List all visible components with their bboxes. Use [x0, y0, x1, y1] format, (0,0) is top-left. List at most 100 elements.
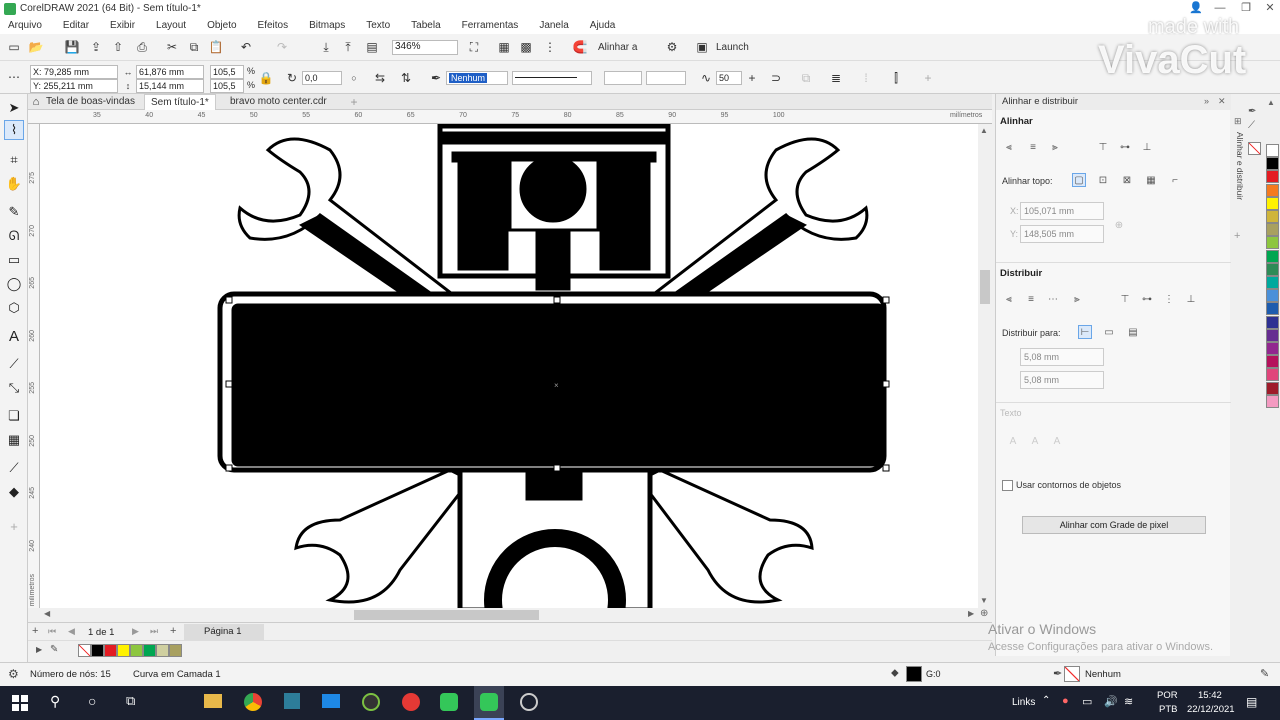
handle-middle-left[interactable]: [225, 380, 233, 388]
add-icon[interactable]: +: [920, 70, 936, 86]
mini-palette-swatch[interactable]: [130, 644, 143, 657]
zoom-fit-icon[interactable]: ⛶: [466, 39, 482, 55]
scroll-down-icon[interactable]: ▼: [980, 596, 988, 605]
menu-ajuda[interactable]: Ajuda: [590, 20, 616, 31]
prev-page-icon[interactable]: ◀: [68, 626, 75, 637]
launch-label[interactable]: Launch: [716, 42, 749, 53]
height-field[interactable]: 15,144 mm: [136, 79, 204, 93]
palette-color-swatch[interactable]: [1266, 210, 1279, 223]
menu-bitmaps[interactable]: Bitmaps: [309, 20, 345, 31]
show-grid-icon[interactable]: ▩: [518, 39, 534, 55]
target-point-icon[interactable]: ⊕: [1112, 218, 1126, 232]
start-arrow-select[interactable]: [604, 71, 642, 85]
scroll-left-icon[interactable]: ◀: [44, 609, 50, 618]
snap-guides-icon[interactable]: ⋮: [542, 39, 558, 55]
coreldraw-active-task[interactable]: [474, 686, 504, 720]
distribute-spacing-icon[interactable]: ▤: [1126, 325, 1140, 339]
options-gear-icon[interactable]: ⚙: [664, 39, 680, 55]
distribute-selection-icon[interactable]: ⊢: [1078, 325, 1092, 339]
elastic-mode-icon[interactable]: ⫿: [888, 70, 904, 86]
status-settings-icon[interactable]: ⚙: [8, 667, 19, 681]
input-language[interactable]: POR: [1157, 690, 1178, 701]
palette-eyedropper-icon-2[interactable]: ⟋: [1248, 120, 1255, 131]
snap-icon[interactable]: 🧲: [572, 39, 588, 55]
palette-color-swatch[interactable]: [1266, 223, 1279, 237]
align-to-page-center-icon[interactable]: ⊠: [1120, 173, 1134, 187]
redo-icon[interactable]: ↷: [274, 39, 290, 55]
polygon-tool-icon[interactable]: ⬡: [4, 298, 24, 318]
zoom-corner-icon[interactable]: ⊕: [980, 608, 988, 619]
docker-close-icon[interactable]: ✕: [1218, 96, 1226, 107]
transparency-tool-icon[interactable]: ▦: [4, 430, 24, 450]
mini-palette-swatch[interactable]: [104, 644, 117, 657]
palette-color-swatch[interactable]: [1266, 170, 1279, 184]
smoothness-field[interactable]: 50: [716, 71, 742, 85]
last-page-icon[interactable]: ⏭: [150, 626, 158, 637]
align-pixel-grid-button[interactable]: Alinhar com Grade de pixel: [1022, 516, 1206, 534]
mirror-vertical-icon[interactable]: ⇅: [398, 70, 414, 86]
tray-chevron-icon[interactable]: ⌃: [1042, 695, 1050, 706]
export-file-icon[interactable]: ⤒: [340, 39, 356, 55]
distribute-center-v-icon[interactable]: ⊶: [1140, 292, 1154, 306]
minimize-button[interactable]: —: [1208, 0, 1232, 17]
align-y-field[interactable]: 148,505 mm: [1020, 225, 1104, 243]
align-to-grid-icon[interactable]: ▦: [1144, 173, 1158, 187]
rotation-field[interactable]: 0,0: [302, 71, 342, 85]
page-tab[interactable]: Página 1: [184, 624, 264, 640]
mini-palette-swatch[interactable]: [91, 644, 104, 657]
crop-tool-icon[interactable]: ⌗: [4, 150, 24, 170]
object-origin-icon[interactable]: ⋯: [6, 69, 22, 85]
align-top-icon[interactable]: ⊤: [1096, 140, 1110, 154]
align-center-h-icon[interactable]: ≡: [1026, 140, 1040, 154]
add-tool-icon[interactable]: +: [4, 516, 24, 536]
status-edit-icon[interactable]: ✎: [1260, 667, 1269, 680]
handle-top-right[interactable]: [882, 296, 890, 304]
palette-pen-icon[interactable]: ✒: [1248, 106, 1256, 117]
distribute-page-icon[interactable]: ▭: [1102, 325, 1116, 339]
windows-start-icon[interactable]: [12, 695, 28, 711]
notification-icon[interactable]: ▤: [1246, 695, 1257, 709]
menu-tabela[interactable]: Tabela: [411, 20, 440, 31]
horizontal-scroll-thumb[interactable]: [354, 610, 539, 620]
connector-tool-icon[interactable]: ⤡: [4, 378, 24, 398]
menu-ferramentas[interactable]: Ferramentas: [462, 20, 519, 31]
align-to-active-objects-icon[interactable]: ▢: [1072, 173, 1086, 187]
handle-middle-right[interactable]: [882, 380, 890, 388]
mini-palette-swatch[interactable]: [143, 644, 156, 657]
scale-height-field[interactable]: 105,5: [210, 79, 244, 93]
tab-untitled[interactable]: Sem título-1*: [144, 94, 216, 110]
menu-editar[interactable]: Editar: [63, 20, 89, 31]
mini-palette-swatch[interactable]: [169, 644, 182, 657]
clock-date[interactable]: 22/12/2021: [1187, 704, 1235, 715]
horizontal-scrollbar[interactable]: ◀ ▶ ⊕: [40, 608, 992, 622]
app-w-icon[interactable]: [402, 693, 420, 711]
docker-add-icon[interactable]: +: [1234, 230, 1240, 242]
palette-color-swatch[interactable]: [1266, 183, 1279, 197]
text-tool-icon[interactable]: A: [4, 326, 24, 346]
outline-width-select[interactable]: Nenhum: [446, 71, 508, 85]
palette-color-swatch[interactable]: [1266, 157, 1279, 171]
align-right-icon[interactable]: ⫸: [1048, 140, 1062, 154]
menu-arquivo[interactable]: Arquivo: [8, 20, 42, 31]
bezier-tool-icon[interactable]: ᘏ: [4, 226, 24, 246]
mini-palette-swatch[interactable]: [117, 644, 130, 657]
text-align-first-line-icon[interactable]: A: [1028, 434, 1042, 448]
close-curve-icon[interactable]: ⊃: [768, 70, 784, 86]
align-x-field[interactable]: 105,071 mm: [1020, 202, 1104, 220]
tab-welcome[interactable]: Tela de boas-vindas: [40, 94, 141, 110]
align-left-icon[interactable]: ⫷: [1002, 140, 1016, 154]
outline-color-swatch[interactable]: [1064, 666, 1080, 682]
menu-layout[interactable]: Layout: [156, 20, 186, 31]
cut-icon[interactable]: ✂: [164, 39, 180, 55]
palette-color-swatch[interactable]: [1266, 381, 1279, 395]
export-icon[interactable]: ⇧: [110, 39, 126, 55]
save-icon[interactable]: 💾: [64, 39, 80, 55]
show-rulers-icon[interactable]: ▦: [496, 39, 512, 55]
handle-top-middle[interactable]: [553, 296, 561, 304]
interactive-fill-tool-icon[interactable]: ◆: [4, 482, 24, 502]
copy-icon[interactable]: ⧉: [186, 39, 202, 55]
end-arrow-select[interactable]: [646, 71, 686, 85]
launch-icon[interactable]: ▣: [694, 39, 710, 55]
distribute-bottom-icon[interactable]: ⊥: [1184, 292, 1198, 306]
add-page-before-icon[interactable]: +: [32, 625, 38, 637]
